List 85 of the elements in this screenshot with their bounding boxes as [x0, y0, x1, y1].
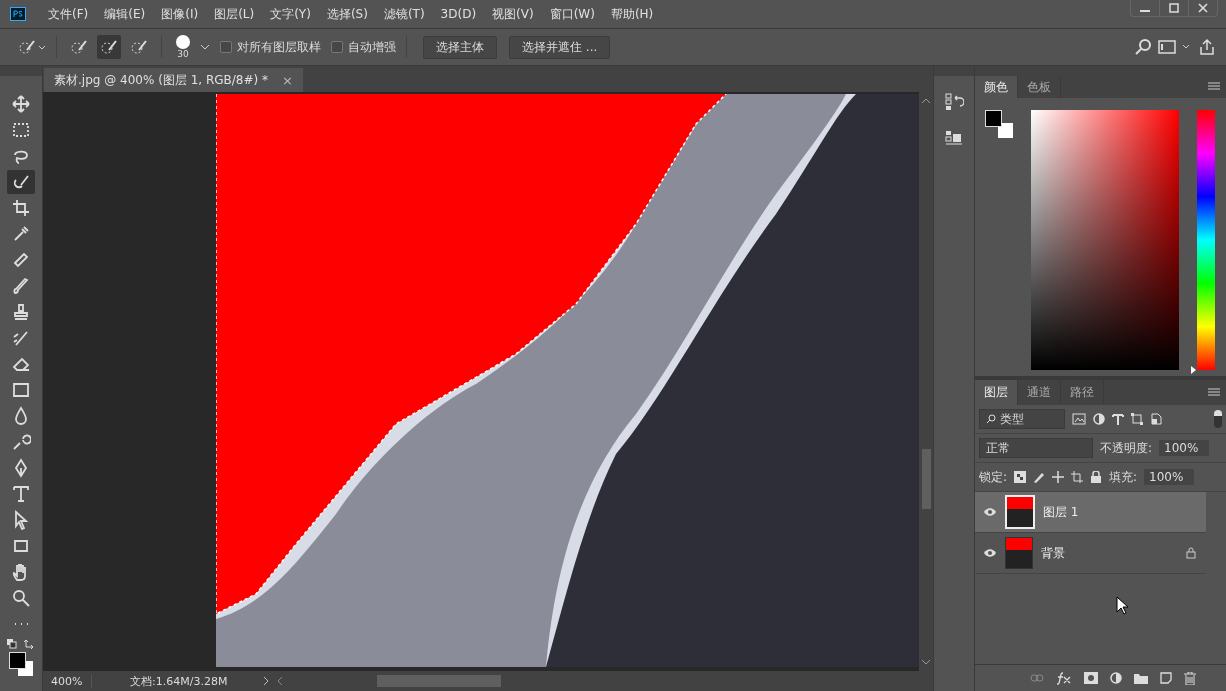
adjustment-filter-icon[interactable]: [1093, 413, 1105, 425]
menu-item[interactable]: 滤镜(T): [375, 5, 433, 23]
visibility-eye-icon[interactable]: [983, 507, 997, 517]
quick-select-preset-icon[interactable]: [18, 39, 46, 55]
menu-item[interactable]: 3D(D): [432, 7, 485, 21]
menu-item[interactable]: 编辑(E): [96, 5, 154, 23]
close-icon: [1198, 3, 1208, 13]
image-filter-icon[interactable]: [1072, 413, 1086, 425]
app-logo-icon[interactable]: [10, 7, 26, 21]
tab-close-button[interactable]: ×: [282, 72, 293, 88]
hue-slider-thumb[interactable]: [1191, 366, 1196, 374]
filter-toggle[interactable]: [1214, 410, 1222, 428]
smart-object-filter-icon[interactable]: [1150, 413, 1162, 425]
scroll-up-icon[interactable]: [921, 98, 931, 104]
brush-size-picker[interactable]: 30: [172, 35, 194, 59]
zoom-level-field[interactable]: 400%: [43, 674, 92, 688]
default-colors-icon[interactable]: [6, 638, 36, 650]
layer-name: 图层 1: [1043, 503, 1079, 521]
menu-item[interactable]: 视图(V): [484, 5, 542, 23]
search-icon: [986, 414, 996, 424]
option-button[interactable]: 选择并遮住 ...: [509, 35, 611, 59]
mouse-pointer-icon: [1116, 596, 1128, 616]
search-icon[interactable]: [1134, 38, 1152, 56]
checkbox[interactable]: [331, 41, 343, 53]
menu-item[interactable]: 文件(F): [40, 5, 97, 23]
scroll-left-icon[interactable]: [277, 676, 283, 686]
opacity-label: 不透明度:: [1100, 439, 1153, 457]
panel-tab[interactable]: 图层: [975, 380, 1018, 405]
menu-item[interactable]: 选择(S): [318, 5, 376, 23]
layer-filter-dropdown[interactable]: 类型: [979, 409, 1065, 429]
fx-icon[interactable]: [1056, 671, 1072, 685]
fill-label: 填充:: [1109, 468, 1138, 486]
menu-item[interactable]: 图层(L): [206, 5, 263, 23]
panel-tab[interactable]: 色板: [1018, 76, 1061, 98]
shape-filter-icon[interactable]: [1131, 413, 1143, 425]
lock-position-icon[interactable]: [1052, 471, 1065, 483]
layer-row[interactable]: 图层 1: [975, 492, 1206, 533]
folder-icon[interactable]: [1134, 672, 1148, 684]
type-filter-icon[interactable]: [1112, 413, 1124, 425]
dropdown-caret-icon[interactable]: [200, 43, 210, 51]
layer-thumbnail: [1005, 537, 1033, 569]
selection-mode-button[interactable]: [97, 35, 121, 59]
panel-tab[interactable]: 颜色: [975, 76, 1018, 98]
scrollbar-thumb[interactable]: [921, 449, 931, 509]
new-layer-icon[interactable]: [1160, 672, 1172, 684]
visibility-eye-icon[interactable]: [983, 548, 997, 558]
quick-select-tool-icon[interactable]: [7, 170, 35, 194]
chevron-right-icon[interactable]: [263, 676, 269, 686]
trash-icon[interactable]: [1184, 671, 1196, 685]
share-icon[interactable]: [1198, 38, 1216, 56]
layer-row[interactable]: 背景: [975, 533, 1206, 574]
menu-item[interactable]: 帮助(H): [602, 5, 662, 23]
menu-item[interactable]: 图像(I): [153, 5, 207, 23]
document-tab[interactable]: 素材.jpg @ 400% (图层 1, RGB/8#) * ×: [44, 68, 303, 92]
lock-all-icon[interactable]: [1090, 471, 1103, 483]
mask-icon[interactable]: [1084, 672, 1098, 684]
adjustment-layer-icon[interactable]: [1110, 672, 1122, 684]
maximize-icon: [1169, 3, 1179, 13]
checkbox[interactable]: [220, 41, 232, 53]
history-icon[interactable]: [944, 92, 964, 112]
properties-icon[interactable]: [944, 128, 964, 148]
foreground-background-color-icon[interactable]: [985, 110, 1013, 138]
lock-transparency-icon[interactable]: [1014, 471, 1027, 483]
fill-field[interactable]: 100%: [1144, 469, 1195, 485]
panel-tab[interactable]: 通道: [1018, 380, 1061, 405]
blend-mode-dropdown[interactable]: 正常: [979, 438, 1093, 458]
panel-tab[interactable]: 路径: [1061, 380, 1104, 405]
foreground-background-color-icon[interactable]: [9, 652, 33, 676]
menu-item[interactable]: 文字(Y): [262, 5, 319, 23]
layer-name: 背景: [1041, 544, 1065, 562]
minimize-icon: [1140, 10, 1150, 12]
menu-item[interactable]: 窗口(W): [541, 5, 603, 23]
scrollbar-thumb[interactable]: [377, 675, 501, 687]
checkbox-label: 自动增强: [348, 38, 396, 56]
scroll-down-icon[interactable]: [921, 659, 931, 665]
checkbox-label: 对所有图层取样: [237, 38, 321, 56]
color-field[interactable]: [1031, 110, 1179, 370]
option-button[interactable]: 选择主体: [423, 35, 497, 59]
lock-label: 锁定:: [979, 468, 1008, 486]
lock-pixels-icon[interactable]: [1033, 471, 1046, 483]
opacity-field[interactable]: 100%: [1159, 440, 1210, 456]
document-info-text: 文档:1.64M/3.28M: [129, 673, 229, 689]
lock-artboard-icon[interactable]: [1071, 471, 1084, 483]
workspace-icon[interactable]: [1158, 39, 1192, 55]
layer-thumbnail: [1005, 495, 1035, 529]
